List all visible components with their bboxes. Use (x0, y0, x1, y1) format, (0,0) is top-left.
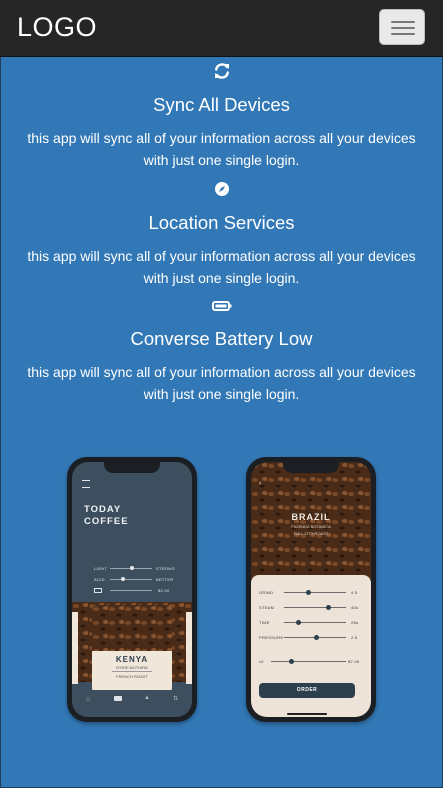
battery-icon (211, 301, 231, 311)
slider-label: LIGHT (94, 566, 108, 571)
setting-value: 2.5 (351, 635, 358, 640)
menu-icon (82, 480, 90, 488)
card-edge (72, 612, 78, 684)
setting-label: PRESSURE (259, 635, 284, 640)
feature-text: with just one single login. (143, 270, 300, 286)
phone-screen: TODAY COFFEE LIGHT STRONG ACID BETTER $2… (72, 462, 192, 717)
setting-knob[interactable] (296, 620, 301, 625)
setting-knob[interactable] (326, 605, 331, 610)
phone-screen: ‹ BRAZIL FAZENDA BOTANICA FULL CITY ROAS… (251, 462, 371, 717)
feature-text: this app will sync all of your informati… (27, 130, 416, 146)
menu-toggle-button[interactable] (379, 9, 425, 45)
compass-icon (214, 182, 229, 196)
slider-track (110, 579, 152, 580)
setting-value: 40s (351, 605, 359, 610)
quantity-slider (271, 661, 346, 662)
phone-mockup-right: ‹ BRAZIL FAZENDA BOTANICA FULL CITY ROAS… (246, 457, 376, 722)
feature-title: Location Services (148, 212, 295, 233)
quantity-label: x2 (259, 659, 264, 664)
setting-label: STEAM (259, 605, 275, 610)
slider-knob (130, 566, 134, 570)
bell-icon[interactable]: ▲ (144, 695, 150, 701)
sync-icon (214, 63, 229, 79)
slider-label: ACID (94, 577, 105, 582)
settings-panel: GRIND 4.5 STEAM 40s TIME 28s PRESSURE 2.… (251, 575, 371, 717)
setting-label: TIME (259, 620, 270, 625)
card-title: KENYA (115, 655, 149, 664)
price-label: $2.00 (158, 588, 170, 593)
cup-icon[interactable] (114, 696, 122, 701)
tab-bar: ⌂ ▲ ⇅ (72, 690, 192, 717)
screen-subtitle: FAZENDA BOTANICA (291, 524, 331, 529)
feature-text: with just one single login. (143, 386, 300, 402)
setting-value: 4.5 (351, 590, 358, 595)
setting-value: 28s (351, 620, 359, 625)
home-icon[interactable]: ⌂ (86, 696, 90, 703)
order-button[interactable]: ORDER (259, 683, 355, 698)
setting-slider (284, 592, 346, 593)
setting-slider (284, 622, 346, 623)
slider-label: BETTER (156, 577, 174, 582)
quantity-knob[interactable] (289, 659, 294, 664)
feature-text: this app will sync all of your informati… (27, 248, 416, 264)
slider-track (110, 590, 152, 591)
price-value: $7.00 (348, 659, 360, 664)
swap-icon[interactable]: ⇅ (173, 695, 178, 702)
feature-text: with just one single login. (143, 152, 300, 168)
screen-title: TODAY COFFEE (84, 504, 129, 527)
slider-label: STRONG (156, 566, 175, 571)
card-edge (186, 612, 192, 684)
coffee-card[interactable]: KENYA NYERI MUTHIRA FRENCH ROAST (92, 605, 172, 693)
setting-slider (284, 607, 346, 608)
card-subtitle: NYERI MUTHIRA (116, 665, 148, 670)
feature-sync: Sync All Devices this app will sync all … (0, 62, 443, 171)
logo[interactable]: LOGO (17, 12, 97, 43)
feature-battery: Converse Battery Low this app will sync … (0, 299, 443, 405)
navbar: LOGO (0, 0, 443, 57)
screen-subtitle: FULL CITY ROAST (293, 531, 329, 536)
home-indicator (287, 713, 327, 715)
setting-knob[interactable] (314, 635, 319, 640)
card-roast: FRENCH ROAST (116, 674, 148, 679)
feature-title: Sync All Devices (153, 94, 290, 115)
feature-title: Converse Battery Low (130, 328, 313, 349)
feature-location: Location Services this app will sync all… (0, 181, 443, 289)
phone-mockup-left: TODAY COFFEE LIGHT STRONG ACID BETTER $2… (67, 457, 197, 722)
screen-title: BRAZIL (291, 512, 331, 522)
setting-knob[interactable] (306, 590, 311, 595)
battery-mini-icon (94, 588, 102, 593)
slider-knob (121, 577, 125, 581)
setting-label: GRIND (259, 590, 274, 595)
back-icon[interactable]: ‹ (259, 480, 261, 487)
feature-text: this app will sync all of your informati… (27, 364, 416, 380)
